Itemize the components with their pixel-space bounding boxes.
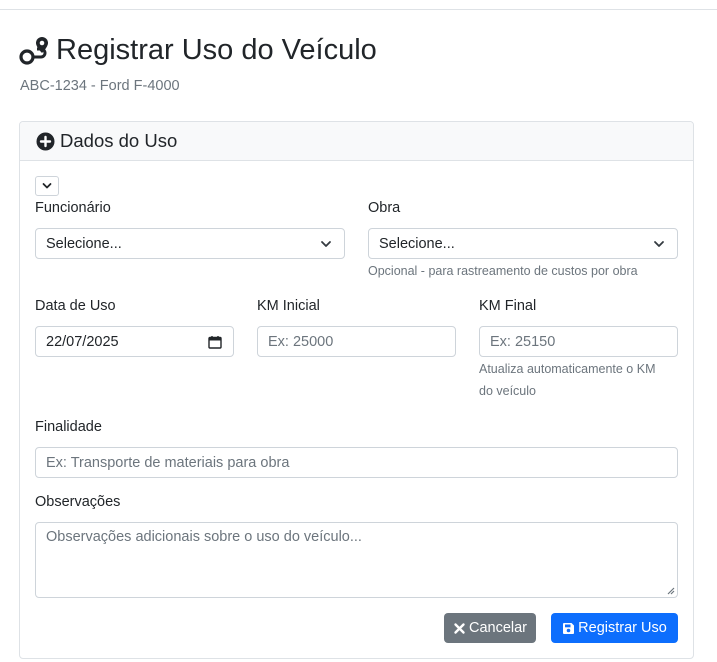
close-icon xyxy=(454,622,465,634)
chevron-down-icon xyxy=(321,241,331,247)
obra-help-text: Opcional - para rastreamento de custos p… xyxy=(368,264,638,278)
save-icon xyxy=(563,622,575,634)
top-divider xyxy=(0,9,717,10)
resize-grip-icon[interactable] xyxy=(665,585,675,595)
plus-circle-icon xyxy=(36,132,55,151)
km-inicial-placeholder: Ex: 25000 xyxy=(268,333,334,350)
obra-select[interactable]: Selecione... xyxy=(368,228,678,259)
observacoes-placeholder: Observações adicionais sobre o uso do ve… xyxy=(46,529,362,545)
km-inicial-input[interactable]: Ex: 25000 xyxy=(257,326,456,357)
funcionario-select[interactable]: Selecione... xyxy=(35,228,345,259)
finalidade-input[interactable]: Ex: Transporte de materiais para obra xyxy=(35,447,678,478)
calendar-icon[interactable] xyxy=(208,335,222,349)
usage-form-card: Dados do Uso Funcionário Selecione... Ob… xyxy=(19,121,694,659)
funcionario-select-value: Selecione... xyxy=(46,235,122,252)
km-final-help-line2: do veículo xyxy=(479,384,536,398)
cancel-button-label: Cancelar xyxy=(468,620,528,636)
chevron-down-icon xyxy=(42,183,52,189)
card-header: Dados do Uso xyxy=(20,122,693,161)
register-use-button[interactable]: Registrar Uso xyxy=(551,613,678,643)
km-final-help-line1: Atualiza automaticamente o KM xyxy=(479,362,656,376)
km-final-label: KM Final xyxy=(479,298,537,314)
km-inicial-label: KM Inicial xyxy=(257,298,320,314)
finalidade-placeholder: Ex: Transporte de materiais para obra xyxy=(46,454,290,471)
page-header: Registrar Uso do Veículo xyxy=(19,32,377,68)
cancel-button[interactable]: Cancelar xyxy=(444,613,536,643)
observacoes-textarea[interactable]: Observações adicionais sobre o uso do ve… xyxy=(35,522,678,598)
km-final-placeholder: Ex: 25150 xyxy=(490,333,556,350)
page-title: Registrar Uso do Veículo xyxy=(56,34,377,66)
funcionario-label: Funcionário xyxy=(35,200,111,216)
observacoes-label: Observações xyxy=(35,494,121,510)
collapse-toggle[interactable] xyxy=(35,176,59,196)
card-title: Dados do Uso xyxy=(60,130,178,151)
data-uso-value: 22/07/2025 xyxy=(46,333,119,350)
obra-select-value: Selecione... xyxy=(379,235,455,252)
vehicle-subtitle: ABC-1234 - Ford F-4000 xyxy=(20,78,180,94)
data-uso-input[interactable]: 22/07/2025 xyxy=(35,326,234,357)
finalidade-label: Finalidade xyxy=(35,419,102,435)
chevron-down-icon xyxy=(654,241,664,247)
route-icon xyxy=(19,34,51,66)
data-uso-label: Data de Uso xyxy=(35,298,116,314)
register-use-button-label: Registrar Uso xyxy=(578,620,667,636)
km-final-input[interactable]: Ex: 25150 xyxy=(479,326,678,357)
obra-label: Obra xyxy=(368,200,401,216)
